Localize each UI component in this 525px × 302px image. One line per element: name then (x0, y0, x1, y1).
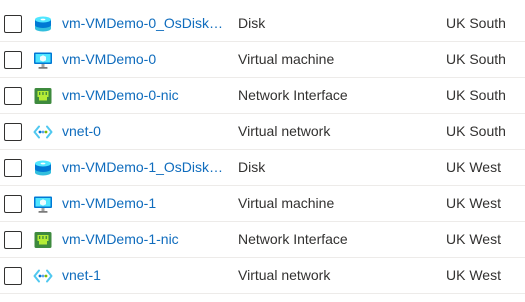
resource-type: Virtual network (238, 123, 331, 139)
resource-name-link[interactable]: vnet-0 (62, 123, 101, 139)
resource-name-link[interactable]: vm-VMDemo-0 (62, 51, 156, 67)
table-row[interactable]: vnet-0 Virtual network UK South (0, 114, 525, 150)
virtual-network-icon (33, 266, 53, 286)
resource-location: UK South (446, 87, 506, 103)
table-row[interactable]: vm-VMDemo-0 Virtual machine UK South (0, 42, 525, 78)
resource-type: Virtual network (238, 267, 331, 283)
resource-name-link[interactable]: vm-VMDemo-1_OsDisk_1_... (62, 159, 226, 175)
resource-name-link[interactable]: vm-VMDemo-1 (62, 195, 156, 211)
resource-type: Disk (238, 15, 266, 31)
row-checkbox[interactable] (4, 51, 22, 69)
row-checkbox[interactable] (4, 159, 22, 177)
row-checkbox[interactable] (4, 87, 22, 105)
resource-type: Disk (238, 159, 266, 175)
table-row[interactable]: vnet-1 Virtual network UK West (0, 258, 525, 294)
row-checkbox[interactable] (4, 15, 22, 33)
network-interface-icon (33, 230, 53, 250)
virtual-machine-icon (33, 50, 53, 70)
table-row[interactable]: vm-VMDemo-1-nic Network Interface UK Wes… (0, 222, 525, 258)
resource-location: UK South (446, 15, 506, 31)
resource-name-link[interactable]: vm-VMDemo-0_OsDisk_1_... (62, 15, 226, 31)
resource-location: UK South (446, 51, 506, 67)
resource-type: Virtual machine (238, 51, 335, 67)
resource-location: UK West (446, 267, 501, 283)
row-checkbox[interactable] (4, 231, 22, 249)
resource-location: UK West (446, 159, 501, 175)
table-row[interactable]: vm-VMDemo-0-nic Network Interface UK Sou… (0, 78, 525, 114)
resource-location: UK West (446, 231, 501, 247)
row-checkbox[interactable] (4, 195, 22, 213)
network-interface-icon (33, 86, 53, 106)
resource-name-link[interactable]: vm-VMDemo-0-nic (62, 87, 179, 103)
resource-location: UK South (446, 123, 506, 139)
table-row[interactable]: vm-VMDemo-1 Virtual machine UK West (0, 186, 525, 222)
virtual-machine-icon (33, 194, 53, 214)
disk-icon (33, 158, 53, 178)
resource-name-link[interactable]: vnet-1 (62, 267, 101, 283)
resource-type: Virtual machine (238, 195, 335, 211)
resource-type: Network Interface (238, 87, 348, 103)
disk-icon (33, 14, 53, 34)
row-checkbox[interactable] (4, 123, 22, 141)
resource-name-link[interactable]: vm-VMDemo-1-nic (62, 231, 179, 247)
virtual-network-icon (33, 122, 53, 142)
row-checkbox[interactable] (4, 267, 22, 285)
resource-location: UK West (446, 195, 501, 211)
resource-type: Network Interface (238, 231, 348, 247)
table-row[interactable]: vm-VMDemo-0_OsDisk_1_... Disk UK South (0, 6, 525, 42)
table-row[interactable]: vm-VMDemo-1_OsDisk_1_... Disk UK West (0, 150, 525, 186)
